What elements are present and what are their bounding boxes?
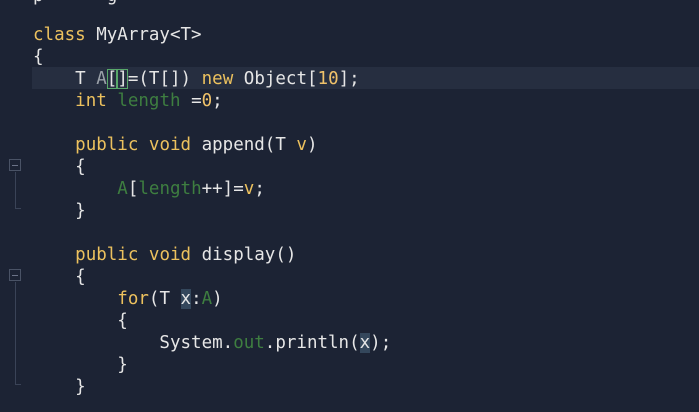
- code-token: v: [296, 135, 307, 155]
- code-token: ;: [212, 91, 223, 111]
- code-token: ;: [254, 179, 265, 199]
- code-token: ]: [117, 69, 128, 89]
- code-token: }: [33, 355, 128, 375]
- code-line[interactable]: int length =0;: [33, 90, 223, 112]
- code-line[interactable]: }: [33, 354, 128, 376]
- code-token: }: [33, 201, 86, 221]
- fold-collapse-icon[interactable]: [9, 269, 21, 281]
- code-line[interactable]: A[length++]=v;: [33, 178, 265, 200]
- code-token: 10: [317, 69, 339, 89]
- code-line[interactable]: System.out.println(x);: [33, 332, 391, 354]
- fold-guide-end: [15, 208, 21, 209]
- code-token: =: [180, 91, 202, 111]
- code-token: {: [33, 157, 86, 177]
- code-token: .println(: [264, 333, 360, 353]
- code-token: [: [127, 179, 139, 199]
- code-token: ): [306, 135, 318, 155]
- fold-guide-end: [15, 384, 21, 385]
- fold-guide-line: [15, 172, 16, 208]
- code-line[interactable]: for(T x:A): [33, 288, 223, 310]
- code-token: System.: [33, 333, 234, 353]
- code-line[interactable]: }: [33, 200, 86, 222]
- code-token: A: [96, 69, 107, 89]
- code-token: x: [180, 289, 192, 309]
- code-line[interactable]: class MyArray<T>: [33, 24, 202, 46]
- code-token: length: [117, 91, 181, 111]
- code-token: =(T[]): [127, 69, 202, 89]
- code-token: Object[: [243, 69, 318, 89]
- code-line[interactable]: {: [33, 266, 86, 288]
- code-line[interactable]: {: [33, 310, 128, 332]
- code-line[interactable]: {: [33, 156, 86, 178]
- code-token: {: [33, 47, 44, 67]
- fold-guide-line: [15, 282, 16, 384]
- partial-top-line-text: p g: [33, 0, 138, 6]
- code-token: A: [117, 179, 128, 199]
- code-token: ];: [338, 69, 360, 89]
- code-token: public void: [75, 245, 202, 265]
- code-token: }: [33, 377, 86, 397]
- code-token: out: [233, 333, 265, 353]
- code-token: T: [33, 69, 97, 89]
- code-token: A: [201, 289, 213, 309]
- code-editor[interactable]: p g class MyArray<T>{ T A[]=(T[]) new Ob…: [0, 0, 699, 412]
- code-token: );: [370, 333, 392, 353]
- partial-top-line: p g: [0, 0, 699, 8]
- code-token: ++]=: [201, 179, 244, 199]
- editor-gutter: [0, 0, 32, 412]
- code-line[interactable]: T A[]=(T[]) new Object[10];: [33, 68, 360, 90]
- code-token: ): [212, 289, 223, 309]
- code-token: for: [117, 289, 149, 309]
- code-token: public void: [75, 135, 202, 155]
- code-token: {: [33, 267, 86, 287]
- code-token: v: [243, 179, 255, 199]
- code-token: 0: [201, 91, 213, 111]
- code-line[interactable]: public void append(T v): [33, 134, 318, 156]
- code-token: x: [359, 333, 371, 353]
- code-token: new: [201, 69, 244, 89]
- code-token: [: [106, 69, 118, 89]
- code-token: {: [33, 311, 128, 331]
- code-line[interactable]: }: [33, 376, 86, 398]
- code-token: MyArray<T>: [96, 25, 202, 45]
- code-token: :: [191, 289, 202, 309]
- code-token: (T: [148, 289, 181, 309]
- code-token: display(): [201, 245, 297, 265]
- code-token: length: [138, 179, 202, 199]
- code-token: class: [33, 25, 97, 45]
- code-token: int: [75, 91, 118, 111]
- code-line[interactable]: {: [33, 46, 44, 68]
- fold-collapse-icon[interactable]: [9, 159, 21, 171]
- code-line[interactable]: public void display(): [33, 244, 296, 266]
- code-token: append(T: [201, 135, 297, 155]
